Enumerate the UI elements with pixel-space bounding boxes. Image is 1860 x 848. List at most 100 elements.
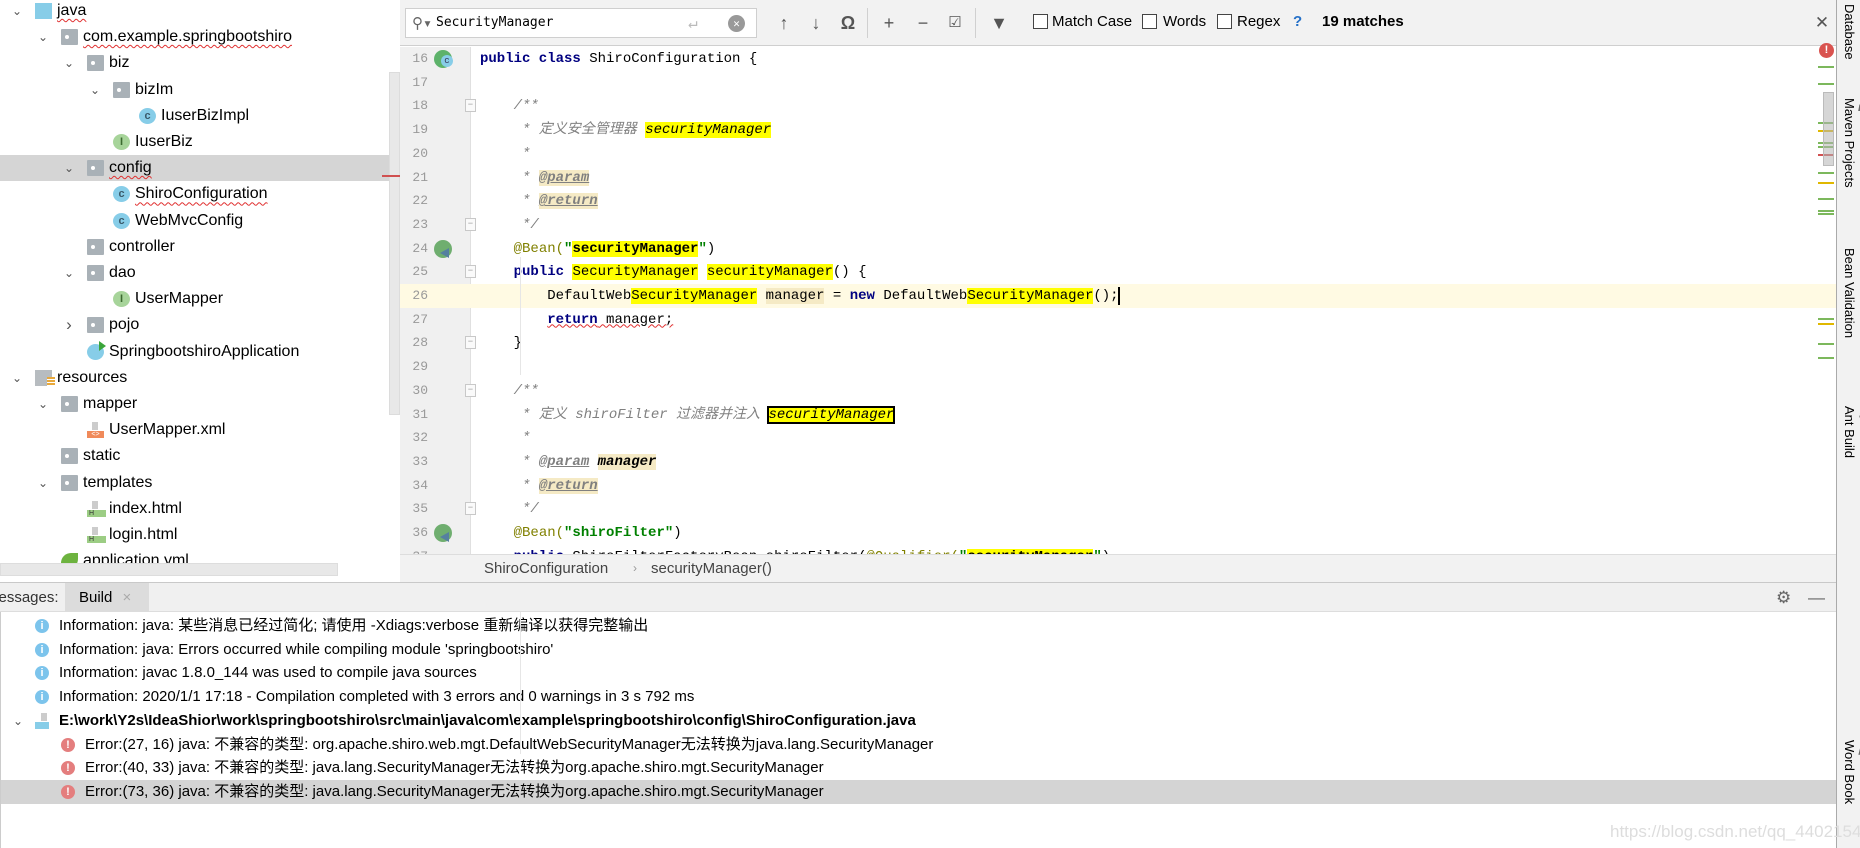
close-search-icon[interactable]: ✕ — [1812, 10, 1832, 36]
tool-window-bean-validation[interactable]: 🫘Bean Validation — [1840, 248, 1860, 338]
tree-item[interactable]: ⌄ mapper — [0, 391, 389, 417]
previous-match-icon[interactable]: ↑ — [775, 10, 793, 36]
editor-scrollbar-thumb[interactable] — [1823, 92, 1834, 166]
code-line[interactable]: 36 @Bean("shiroFilter") — [400, 521, 1836, 545]
code-line[interactable]: 22 * @return — [400, 189, 1836, 213]
chevron-down-icon[interactable]: ⌄ — [10, 0, 24, 24]
add-occurrence-icon[interactable]: + — [878, 10, 900, 36]
code-line[interactable]: 17 — [400, 71, 1836, 95]
chevron-down-icon[interactable]: ⌄ — [13, 709, 23, 733]
error-stripe-mark[interactable] — [1818, 181, 1834, 184]
tree-item[interactable]: I UserMapper — [0, 286, 389, 312]
tree-item[interactable]: › pojo — [0, 312, 389, 338]
code-line[interactable]: 31 * 定义 shiroFilter 过滤器并注入 securityManag… — [400, 403, 1836, 427]
regex-checkbox[interactable] — [1217, 14, 1232, 29]
tool-window-word-book[interactable]: ▤Word Book — [1840, 740, 1860, 804]
chevron-down-icon[interactable]: ⌄ — [62, 155, 76, 181]
tree-item[interactable]: ⌄ templates — [0, 470, 389, 496]
error-stripe-mark[interactable] — [1818, 343, 1834, 346]
breadcrumb-class[interactable]: ShiroConfiguration — [484, 555, 608, 582]
code-line[interactable]: 25 − public SecurityManager securityManag… — [400, 260, 1836, 284]
minimize-panel-icon[interactable]: — — [1808, 583, 1825, 612]
chevron-down-icon[interactable]: ⌄ — [10, 365, 24, 391]
error-stripe-mark[interactable] — [1818, 82, 1834, 85]
breadcrumb-method[interactable]: securityManager() — [651, 555, 772, 582]
code-editor[interactable]: 16public class ShiroConfiguration {1718−… — [400, 47, 1836, 554]
filter-icon[interactable]: ▼ — [988, 10, 1010, 36]
message-row[interactable]: i Information: 2020/1/1 17:18 - Compilati… — [1, 685, 1837, 709]
code-line[interactable]: 37 public ShiroFilterFactoryBean shiroFi… — [400, 545, 1836, 554]
fold-marker-icon[interactable]: − — [465, 383, 476, 397]
close-tab-icon[interactable]: × — [123, 589, 132, 606]
select-occurrences-icon[interactable]: ☑ — [944, 10, 966, 36]
tool-window-database[interactable]: Database — [1840, 4, 1858, 60]
code-line[interactable]: 20 * — [400, 142, 1836, 166]
tree-item[interactable]: login.html — [0, 522, 389, 548]
message-row[interactable]: ⌄ E:\work\Y2s\IdeaShior\work\springbootsh… — [1, 709, 1837, 733]
fold-marker-icon[interactable]: − — [465, 502, 476, 516]
code-line[interactable]: 32 * — [400, 426, 1836, 450]
code-line[interactable]: 26 DefaultWebSecurityManager manager = n… — [400, 284, 1836, 308]
tree-item[interactable]: c IuserBizImpl — [0, 103, 389, 129]
error-stripe-mark[interactable] — [1818, 318, 1834, 321]
code-line[interactable]: 16 public class ShiroConfiguration { — [400, 47, 1836, 71]
code-line[interactable]: 33 * @param manager — [400, 450, 1836, 474]
tree-item[interactable]: UserMapper.xml — [0, 417, 389, 443]
error-stripe-mark[interactable] — [1818, 356, 1834, 359]
code-line[interactable]: 29 — [400, 355, 1836, 379]
tree-item[interactable]: I IuserBiz — [0, 129, 389, 155]
code-line[interactable]: 34 * @return — [400, 474, 1836, 498]
chevron-right-icon[interactable]: › — [62, 312, 76, 338]
code-line[interactable]: 35 − */ — [400, 497, 1836, 521]
code-line[interactable]: 28 − } — [400, 331, 1836, 355]
error-indicator-icon[interactable]: ! — [1819, 43, 1834, 58]
chevron-down-icon[interactable]: ⌄ — [88, 77, 102, 103]
tree-item[interactable]: SpringbootshiroApplication — [0, 339, 389, 365]
message-row[interactable]: ! Error:(40, 33) java: 不兼容的类型: java.lang.… — [1, 756, 1837, 780]
tool-window-ant-build[interactable]: ✱Ant Build — [1840, 406, 1860, 458]
search-input[interactable]: ⚲▾ SecurityManager ↵ ✕ — [405, 8, 757, 38]
error-stripe-mark[interactable] — [1818, 66, 1834, 68]
error-stripe-mark[interactable] — [1818, 210, 1834, 212]
code-line[interactable]: 27 return manager; — [400, 308, 1836, 332]
regex-label[interactable]: Regex — [1237, 12, 1280, 32]
chevron-down-icon[interactable]: ⌄ — [62, 50, 76, 76]
fold-marker-icon[interactable]: − — [465, 336, 476, 350]
chevron-down-icon[interactable]: ⌄ — [62, 260, 76, 286]
match-case-label[interactable]: Match Case — [1052, 12, 1132, 32]
match-case-checkbox[interactable] — [1033, 14, 1048, 29]
class-hierarchy-icon[interactable] — [434, 50, 453, 68]
message-row[interactable]: ! Error:(73, 36) java: 不兼容的类型: java.lang.… — [1, 779, 1837, 804]
fold-marker-icon[interactable]: − — [465, 99, 476, 113]
code-line[interactable]: 18 − /** — [400, 94, 1836, 118]
tree-horizontal-scrollbar[interactable] — [0, 563, 338, 576]
code-line[interactable]: 23 − */ — [400, 213, 1836, 237]
error-stripe-mark[interactable] — [1818, 197, 1834, 200]
words-checkbox[interactable] — [1142, 14, 1157, 29]
spring-bean-icon[interactable] — [434, 239, 452, 258]
chevron-down-icon[interactable]: ⌄ — [36, 470, 50, 496]
message-row[interactable]: i Information: java: 某些消息已经过简化; 请使用 -Xdia… — [1, 614, 1837, 638]
tab-build[interactable]: Build × — [65, 583, 149, 612]
tree-item[interactable]: ⌄ dao — [0, 260, 389, 286]
chevron-down-icon[interactable]: ⌄ — [36, 24, 50, 50]
tree-item[interactable]: ⌄ com.example.springbootshiro — [0, 24, 389, 50]
code-line[interactable]: 21 * @param — [400, 166, 1836, 190]
remove-occurrence-icon[interactable]: − — [912, 10, 934, 36]
spring-bean-icon[interactable] — [434, 524, 452, 542]
search-icon[interactable]: ⚲▾ — [412, 9, 432, 37]
tree-item[interactable]: ⌄ java — [0, 0, 389, 24]
tree-item[interactable]: controller — [0, 234, 389, 260]
message-row[interactable]: i Information: java: Errors occurred whil… — [1, 638, 1837, 662]
tree-item[interactable]: ⌄ bizIm — [0, 77, 389, 103]
chevron-down-icon[interactable]: ⌄ — [36, 391, 50, 417]
tree-item[interactable]: c ShiroConfiguration — [0, 181, 389, 207]
fold-marker-icon[interactable]: − — [465, 217, 476, 231]
tree-item[interactable]: index.html — [0, 496, 389, 522]
fold-marker-icon[interactable]: − — [465, 265, 476, 279]
tree-item[interactable]: ⌄ biz — [0, 50, 389, 76]
message-row[interactable]: ! Error:(27, 16) java: 不兼容的类型: org.apache… — [1, 733, 1837, 757]
regex-help-link[interactable]: ? — [1293, 12, 1302, 32]
tree-vertical-scrollbar[interactable] — [389, 72, 400, 415]
code-line[interactable]: 19 * 定义安全管理器 securityManager — [400, 118, 1836, 142]
